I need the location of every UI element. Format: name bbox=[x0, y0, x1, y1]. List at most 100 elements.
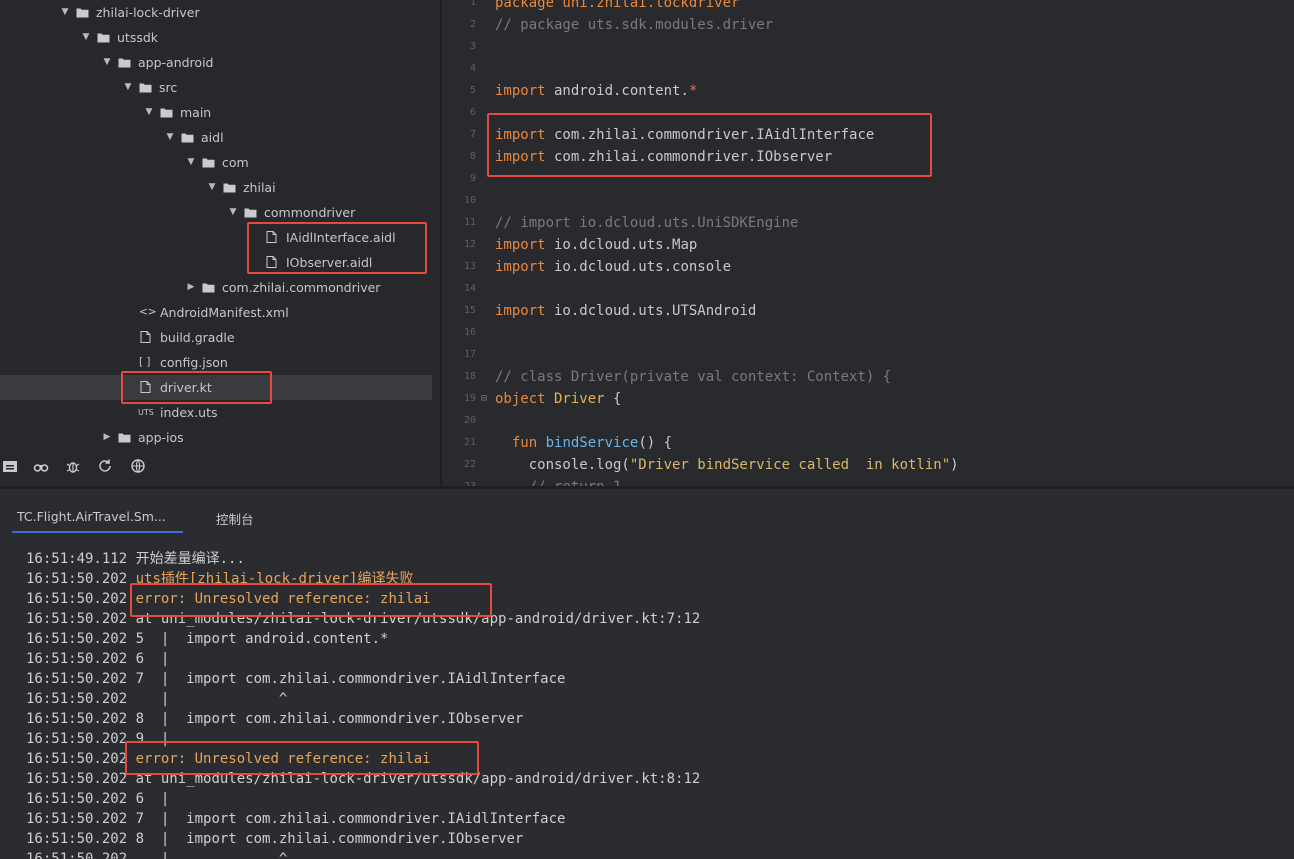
line-number: 6 bbox=[469, 107, 476, 118]
folder-icon bbox=[139, 82, 152, 93]
chevron-down-icon[interactable]: ▼ bbox=[206, 175, 218, 200]
code-token: "Driver bindService called in kotlin" bbox=[629, 457, 951, 473]
chevron-right-icon[interactable]: ▶ bbox=[185, 275, 197, 300]
console-line: 16:51:50.202 7 | import com.zhilai.commo… bbox=[26, 669, 565, 689]
tree-item[interactable]: build.gradle bbox=[0, 325, 432, 350]
code-line[interactable]: import io.dcloud.uts.Map bbox=[495, 234, 697, 256]
search-binoculars-icon[interactable] bbox=[33, 458, 49, 474]
highlight-aidl-files bbox=[247, 222, 427, 274]
console-line: 16:51:50.202 8 | import com.zhilai.commo… bbox=[26, 829, 523, 849]
line-number: 9 bbox=[469, 173, 476, 184]
git-icon[interactable] bbox=[97, 458, 113, 474]
code-line[interactable]: // return 1 bbox=[495, 476, 622, 486]
chevron-down-icon[interactable]: ▼ bbox=[227, 200, 239, 225]
code-token: bindService bbox=[537, 435, 639, 451]
code-line[interactable]: // import io.dcloud.uts.UniSDKEngine bbox=[495, 212, 798, 234]
chevron-right-icon[interactable]: ▶ bbox=[101, 425, 113, 450]
line-number: 12 bbox=[463, 239, 476, 250]
log-message: 8 | import com.zhilai.commondriver.IObse… bbox=[135, 831, 524, 847]
code-token: // package uts.sdk.modules.driver bbox=[495, 17, 774, 33]
log-message: 开始差量编译... bbox=[135, 551, 245, 567]
active-tab-indicator bbox=[12, 531, 183, 533]
log-message: | ^ bbox=[135, 691, 288, 707]
tree-item-label: utssdk bbox=[117, 30, 159, 45]
explorer-icon[interactable] bbox=[2, 458, 18, 474]
console-line: 16:51:50.202 | ^ bbox=[26, 849, 287, 859]
console-line: 16:51:50.202 | ^ bbox=[26, 689, 287, 709]
console-panel: TC.Flight.AirTravel.Sm... 控制台 16:51:49.1… bbox=[0, 489, 1294, 859]
folder-icon bbox=[118, 432, 131, 443]
code-token: io.dcloud.uts.Map bbox=[545, 237, 698, 253]
code-line[interactable]: object Driver { bbox=[495, 388, 621, 410]
tree-item-label: com bbox=[222, 155, 249, 170]
tab-console[interactable]: 控制台 bbox=[216, 509, 254, 528]
tree-item-label: zhilai bbox=[243, 180, 276, 195]
folder-icon bbox=[97, 32, 110, 43]
tree-item-label: app-ios bbox=[138, 430, 184, 445]
fold-toggle-icon[interactable]: ⊟ bbox=[481, 388, 487, 410]
code-line[interactable]: import io.dcloud.uts.UTSAndroid bbox=[495, 300, 756, 322]
plugin-icon[interactable] bbox=[130, 458, 146, 474]
tree-item[interactable]: <> AndroidManifest.xml bbox=[0, 300, 432, 325]
log-message: 6 | bbox=[135, 651, 170, 667]
log-timestamp: 16:51:50.202 bbox=[26, 711, 128, 727]
code-token: { bbox=[604, 391, 622, 407]
tree-item[interactable]: ▼ app-android bbox=[0, 50, 432, 75]
debug-bug-icon[interactable] bbox=[65, 458, 81, 474]
tree-item[interactable]: ▼ zhilai bbox=[0, 175, 432, 200]
code-line[interactable]: // class Driver(private val context: Con… bbox=[495, 366, 891, 388]
code-token: Driver bbox=[545, 391, 605, 407]
code-token: object bbox=[495, 391, 546, 407]
line-number: 16 bbox=[463, 327, 476, 338]
tree-item[interactable]: ▶ app-ios bbox=[0, 425, 432, 450]
log-timestamp: 16:51:50.202 bbox=[26, 731, 128, 747]
tree-item-label: aidl bbox=[201, 130, 224, 145]
chevron-down-icon[interactable]: ▼ bbox=[80, 25, 92, 50]
tree-item-label: AndroidManifest.xml bbox=[160, 305, 289, 320]
code-token: package uni.zhilai.lockdriver bbox=[495, 0, 740, 11]
chevron-down-icon[interactable]: ▼ bbox=[101, 50, 113, 75]
code-line[interactable]: // package uts.sdk.modules.driver bbox=[495, 14, 773, 36]
line-number: 4 bbox=[469, 63, 476, 74]
code-token: fun bbox=[495, 435, 538, 451]
log-timestamp: 16:51:49.112 bbox=[26, 551, 128, 567]
chevron-down-icon[interactable]: ▼ bbox=[164, 125, 176, 150]
code-line[interactable]: import android.content.* bbox=[495, 80, 697, 102]
chevron-down-icon[interactable]: ▼ bbox=[143, 100, 155, 125]
tree-item[interactable]: ▼ src bbox=[0, 75, 432, 100]
code-line[interactable]: import io.dcloud.uts.console bbox=[495, 256, 731, 278]
code-token: android.content. bbox=[545, 83, 689, 99]
chevron-down-icon[interactable]: ▼ bbox=[122, 75, 134, 100]
log-timestamp: 16:51:50.202 bbox=[26, 671, 128, 687]
highlight-error-1 bbox=[130, 583, 492, 617]
tree-item-label: build.gradle bbox=[160, 330, 235, 345]
code-line[interactable]: fun bindService() { bbox=[495, 432, 672, 454]
sidebar-toolbar bbox=[0, 452, 440, 480]
tree-item-label: zhilai-lock-driver bbox=[96, 5, 200, 20]
log-timestamp: 16:51:50.202 bbox=[26, 611, 128, 627]
line-number: 23 bbox=[454, 476, 476, 486]
line-number: 20 bbox=[463, 415, 476, 426]
code-editor[interactable]: 1 package uni.zhilai.lockdriver 2 // packag… bbox=[442, 0, 1294, 486]
log-message: 8 | import com.zhilai.commondriver.IObse… bbox=[135, 711, 524, 727]
tree-item[interactable]: ▼ zhilai-lock-driver bbox=[0, 0, 432, 25]
chevron-down-icon[interactable]: ▼ bbox=[185, 150, 197, 175]
tree-item[interactable]: ▶ com.zhilai.commondriver bbox=[0, 275, 432, 300]
tab-project-console[interactable]: TC.Flight.AirTravel.Sm... bbox=[17, 509, 166, 524]
tree-item[interactable]: ▼ main bbox=[0, 100, 432, 125]
tree-item-label: com.zhilai.commondriver bbox=[222, 280, 381, 295]
code-line[interactable]: console.log("Driver bindService called i… bbox=[495, 454, 959, 476]
tree-item[interactable]: ▼ aidl bbox=[0, 125, 432, 150]
log-timestamp: 16:51:50.202 bbox=[26, 651, 128, 667]
line-number: 22 bbox=[463, 459, 476, 470]
tree-item[interactable]: ▼ com bbox=[0, 150, 432, 175]
tree-item-label: app-android bbox=[138, 55, 214, 70]
log-timestamp: 16:51:50.202 bbox=[26, 811, 128, 827]
line-number: 5 bbox=[469, 85, 476, 96]
line-number: 3 bbox=[469, 41, 476, 52]
tree-item[interactable]: ▼ utssdk bbox=[0, 25, 432, 50]
chevron-down-icon[interactable]: ▼ bbox=[59, 0, 71, 25]
code-line[interactable]: package uni.zhilai.lockdriver bbox=[495, 0, 739, 14]
code-token: // class Driver(private val context: Con… bbox=[495, 369, 892, 385]
console-line: 16:51:50.202 7 | import com.zhilai.commo… bbox=[26, 809, 565, 829]
